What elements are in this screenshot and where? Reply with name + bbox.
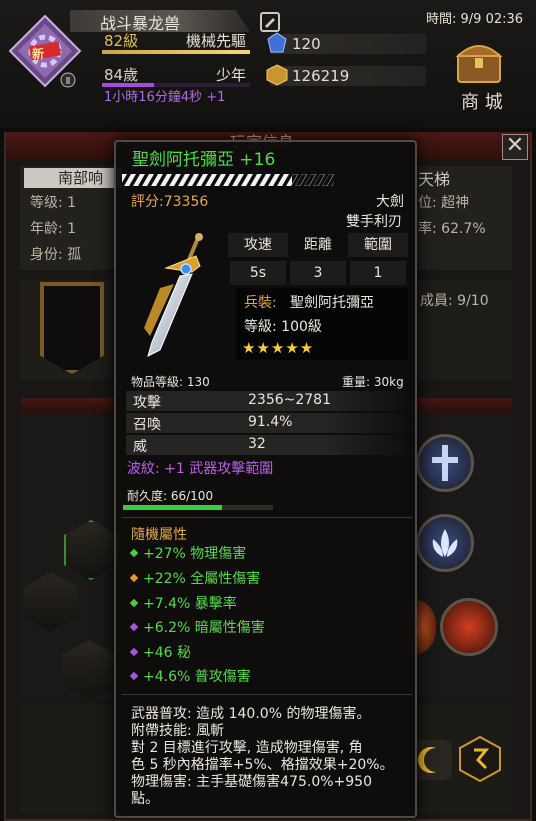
weapon-label: 兵裝: <box>244 295 277 311</box>
player-level: 82級 <box>104 32 139 50</box>
ladder-label: 天梯 <box>418 170 451 189</box>
stat-label: 威 <box>133 439 147 455</box>
guild-banner <box>40 282 104 374</box>
info-age: 年龄: 1 <box>30 221 77 237</box>
random-attribute: +4.6% 普攻傷害 <box>129 666 251 686</box>
weapon-type: 大劍 <box>376 194 404 210</box>
area-value: 1 <box>350 261 406 285</box>
close-button[interactable]: ✕ <box>502 134 528 160</box>
item-weight: 重量: 30kg <box>342 375 404 389</box>
attack-speed-value: 5s <box>230 261 286 285</box>
attribute-bullet-icon <box>129 622 139 632</box>
quality-stripes <box>122 171 334 186</box>
lotus-skill-icon[interactable] <box>416 514 474 572</box>
item-score: 評分:73356 <box>131 194 209 210</box>
random-attribute: +7.4% 暴擊率 <box>129 593 237 613</box>
svg-text:Ⅱ: Ⅱ <box>66 76 71 87</box>
weapon-grade: 等級: 100級 <box>244 319 322 335</box>
stat-row <box>126 435 412 455</box>
description-line: 附帶技能: 風斬 <box>131 723 225 739</box>
info-rank: 位: 超神 <box>418 195 470 211</box>
attribute-text: +6.2% 暗屬性傷害 <box>143 620 265 636</box>
ripple-bonus: 波紋: +1 武器攻擊範圍 <box>127 461 274 477</box>
attribute-bullet-icon <box>129 548 139 558</box>
divider <box>122 517 412 518</box>
attribute-text: +46 秘 <box>143 645 191 661</box>
greatsword-icon <box>130 232 220 362</box>
durability-bar <box>123 505 273 510</box>
random-attribute: +27% 物理傷害 <box>129 543 247 563</box>
clock: 時間: 9/9 02:36 <box>426 12 524 27</box>
info-rate: 率: 62.7% <box>418 221 486 237</box>
attack-speed-header: 攻速 <box>228 233 288 257</box>
random-attribute: +6.2% 暗屬性傷害 <box>129 617 265 637</box>
durability-fill <box>123 505 222 510</box>
stat-value: 91.4% <box>248 414 293 430</box>
stat-value: 32 <box>248 436 266 452</box>
attribute-bullet-icon <box>129 647 139 657</box>
gem-icon <box>266 32 288 54</box>
range-value: 3 <box>290 261 346 285</box>
description-line: 色 5 秒內格擋率+5%、格擋效果+20%。 <box>131 757 394 773</box>
range-header: 距離 <box>304 237 332 253</box>
gold-icon <box>266 64 288 86</box>
age-timer: 1小時16分鐘4秒 +1 <box>104 90 226 105</box>
player-age: 84歲 <box>104 66 139 84</box>
weapon-name: 聖劍阿托彌亞 <box>290 295 374 311</box>
guild-members: 成員: 9/10 <box>420 293 489 309</box>
moon-skill-icon[interactable] <box>412 740 452 780</box>
description-line: 武器普攻: 造成 140.0% 的物理傷害。 <box>131 706 371 722</box>
item-level: 物品等級: 130 <box>131 375 210 389</box>
level-progress-fill <box>102 50 250 54</box>
attribute-text: +7.4% 暴擊率 <box>143 596 237 612</box>
guild-tab[interactable]: 南部响 <box>24 168 122 188</box>
stat-value: 2356~2781 <box>248 392 331 408</box>
attribute-text: +22% 全屬性傷害 <box>143 571 261 587</box>
attribute-bullet-icon <box>129 598 139 608</box>
item-name: 聖劍阿托彌亞 +16 <box>132 150 276 170</box>
weapon-handedness: 雙手利刃 <box>346 214 402 230</box>
divider <box>122 694 412 695</box>
random-attribute: +22% 全屬性傷害 <box>129 568 261 588</box>
star-rating: ★★★★★ <box>242 339 315 357</box>
info-identity: 身份: 孤 <box>30 247 82 263</box>
attribute-text: +4.6% 普攻傷害 <box>143 669 251 685</box>
info-level: 等级: 1 <box>30 195 77 211</box>
shop-label[interactable]: 商 城 <box>461 88 503 114</box>
stat-label: 召喚 <box>133 417 161 433</box>
random-attributes-title: 隨機屬性 <box>131 527 187 543</box>
edit-icon[interactable] <box>260 12 280 32</box>
weapon-stat-table: 攻速 距離 範圍 5s 3 1 <box>228 233 408 285</box>
player-class: 機械先驅 <box>186 32 247 50</box>
description-line: 點。 <box>131 791 159 807</box>
gold-count: 126219 <box>292 67 350 85</box>
description-line: 對 2 目標進行攻擊, 造成物理傷害, 角 <box>131 740 363 756</box>
attribute-bullet-icon <box>129 671 139 681</box>
area-header: 範圍 <box>348 233 408 257</box>
durability-label: 耐久度: 66/100 <box>127 489 214 503</box>
description-line: 物理傷害: 主手基礎傷害475.0%+950 <box>131 774 373 790</box>
age-title: 少年 <box>216 66 247 84</box>
rune-skill-icon[interactable] <box>458 735 502 783</box>
gem-count: 120 <box>292 35 321 53</box>
level-progress-bar <box>102 50 250 54</box>
new-badge: 新 <box>32 47 45 61</box>
attribute-bullet-icon <box>129 573 139 583</box>
attribute-text: +27% 物理傷害 <box>143 546 247 562</box>
cross-skill-icon[interactable] <box>416 434 474 492</box>
random-attribute: +46 秘 <box>129 642 191 662</box>
stat-label: 攻擊 <box>133 395 161 411</box>
flame-skill-icon[interactable] <box>440 598 498 656</box>
treasure-chest-icon[interactable] <box>452 34 506 88</box>
